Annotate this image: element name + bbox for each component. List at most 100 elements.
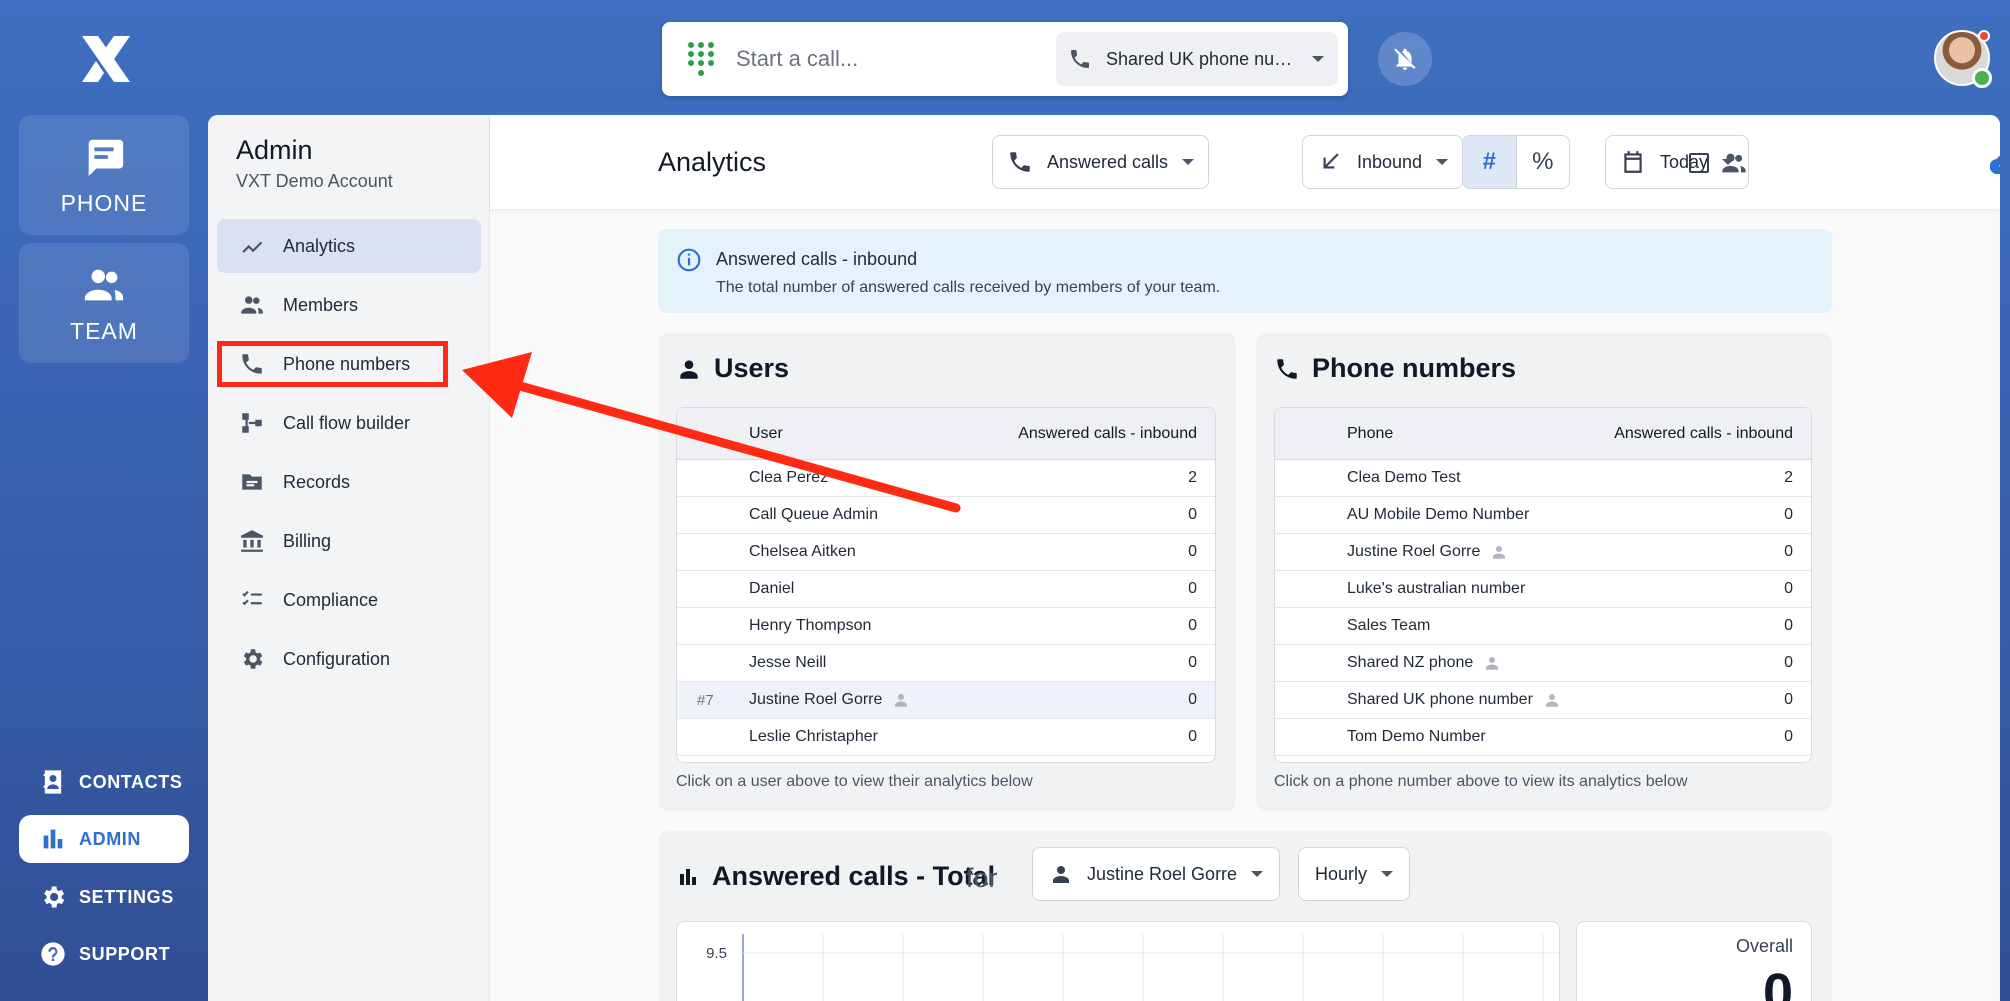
table-row[interactable]: Tom Demo Number 0 [1275,719,1811,756]
online-status-dot [1972,68,1992,88]
count-toggle-button[interactable]: # [1463,136,1516,188]
users-table: User Answered calls - inbound Clea Perez… [676,407,1216,763]
rail-settings-button[interactable]: SETTINGS [19,873,189,921]
row-name: Clea Perez [749,469,829,486]
phone-numbers-table: Phone Answered calls - inbound Clea Demo… [1274,407,1812,763]
table-row[interactable]: Daniel 0 [677,571,1215,608]
analytics-header: Analytics Answered calls Inbound # % Tod… [490,115,2000,209]
table-row[interactable]: Luke's australian number 0 [1275,571,1811,608]
percent-toggle-button[interactable]: % [1515,136,1570,188]
row-name-cell: Shared NZ phone [1347,654,1611,672]
column-header-answered[interactable]: Answered calls - inbound [1015,425,1215,443]
rail-settings-label: SETTINGS [79,886,174,907]
y-tick-label: 9.5 [706,945,727,962]
rail-admin-button[interactable]: ADMIN [19,815,189,863]
phone-numbers-card-footer: Click on a phone number above to view it… [1274,773,1688,790]
call-bar: Shared UK phone num... [662,22,1348,96]
rail-support-button[interactable]: SUPPORT [19,930,189,978]
overall-summary: Overall 0 [1576,921,1812,1001]
table-row[interactable]: Henry Thompson 0 [677,608,1215,645]
team-icon [84,269,124,300]
chart-user-select[interactable]: Justine Roel Gorre [1032,847,1281,901]
subnav-item-configuration[interactable]: Configuration [217,632,481,686]
table-row[interactable]: Shared NZ phone 0 [1275,645,1811,682]
rail-support-label: SUPPORT [79,943,171,964]
chart-interval-select[interactable]: Hourly [1298,847,1411,901]
rail-contacts-button[interactable]: CONTACTS [19,758,189,806]
chart-user-value: Justine Roel Gorre [1087,863,1238,884]
person-icon [680,359,698,379]
message-icon [88,139,124,176]
table-row[interactable]: AU Mobile Demo Number 0 [1275,497,1811,534]
page-title: Analytics [658,147,767,177]
group-checkbox[interactable] [1689,153,1709,173]
subnav-item-analytics[interactable]: Analytics [217,219,481,273]
table-row[interactable]: #7 Justine Roel Gorre 0 [677,682,1215,719]
table-row[interactable]: Jesse Neill 0 [677,645,1215,682]
person-icon [1486,657,1499,670]
table-row[interactable]: Chelsea Aitken 0 [677,534,1215,571]
phone-numbers-table-header: Phone Answered calls - inbound [1275,408,1811,460]
analytics-content: Analytics Answered calls Inbound # % Tod… [490,115,2000,1001]
row-name-cell: Henry Thompson [749,617,1015,635]
row-value: 0 [1188,728,1197,745]
row-name-cell: Chelsea Aitken [749,543,1015,561]
subnav-account-name: VXT Demo Account [236,171,393,191]
person-icon [1053,866,1069,883]
row-name: Clea Demo Test [1347,469,1461,486]
phone-icon [242,354,262,374]
subnav-item-records[interactable]: Records [217,455,481,509]
row-name: Daniel [749,580,795,597]
rail-phone-button[interactable]: PHONE [19,115,189,235]
row-name: Henry Thompson [749,617,872,634]
people-icon [241,296,263,314]
row-value: 0 [1784,617,1793,634]
row-name: Justine Roel Gorre [1347,543,1481,560]
table-row[interactable]: Sales Team 0 [1275,608,1811,645]
row-name-cell: Clea Perez [749,469,1015,487]
subnav-item-compliance[interactable]: Compliance [217,573,481,627]
line-select[interactable]: Shared UK phone num... [1056,32,1338,86]
column-header-phone[interactable]: Phone [1347,425,1611,443]
phone-icon [1071,50,1089,68]
row-value: 0 [1784,543,1793,560]
metric-filter-select[interactable]: Answered calls [992,135,1210,189]
column-header-user[interactable]: User [749,425,1015,443]
rail-admin-label: ADMIN [79,828,141,849]
subnav-item-members[interactable]: Members [217,278,481,332]
vxt-logo-icon[interactable] [78,32,134,86]
table-row[interactable]: Justine Roel Gorre 0 [1275,534,1811,571]
table-row[interactable]: Shared UK phone number 0 [1275,682,1811,719]
settings-gear-icon [44,886,65,908]
person-icon [1493,546,1506,559]
users-card-title: Users [676,353,789,384]
subnav-item-billing[interactable]: Billing [217,514,481,568]
user-avatar[interactable] [1934,30,1992,88]
row-name: AU Mobile Demo Number [1347,506,1530,523]
bar-chart-icon [680,868,696,885]
row-value: 0 [1188,617,1197,634]
mute-notifications-button[interactable] [1378,32,1432,86]
column-header-answered[interactable]: Answered calls - inbound [1611,425,1811,443]
bar-chart-icon [43,829,63,849]
cloud-download-icon[interactable] [1990,149,2000,179]
row-name-cell: Daniel [749,580,1015,598]
row-name-cell: Justine Roel Gorre [749,691,1015,709]
rail-team-button[interactable]: TEAM [19,243,189,363]
dialpad-icon[interactable] [686,40,716,78]
subnav-item-phone-numbers[interactable]: Phone numbers [217,337,481,391]
row-name: Chelsea Aitken [749,543,856,560]
subnav-item-call-flow-builder[interactable]: Call flow builder [217,396,481,450]
subnav-item-label: Billing [283,530,332,551]
bell-off-icon [1394,48,1416,70]
info-banner: Answered calls - inbound The total numbe… [658,229,1832,313]
direction-filter-select[interactable]: Inbound [1302,135,1464,189]
contacts-icon [43,770,62,794]
table-row[interactable]: Leslie Christapher 0 [677,719,1215,756]
table-row[interactable]: Clea Demo Test 2 [1275,460,1811,497]
start-call-input[interactable] [736,46,1056,72]
group-icon [1722,153,1746,173]
table-row[interactable]: Call Queue Admin 0 [677,497,1215,534]
row-value: 0 [1784,728,1793,745]
table-row[interactable]: Clea Perez 2 [677,460,1215,497]
